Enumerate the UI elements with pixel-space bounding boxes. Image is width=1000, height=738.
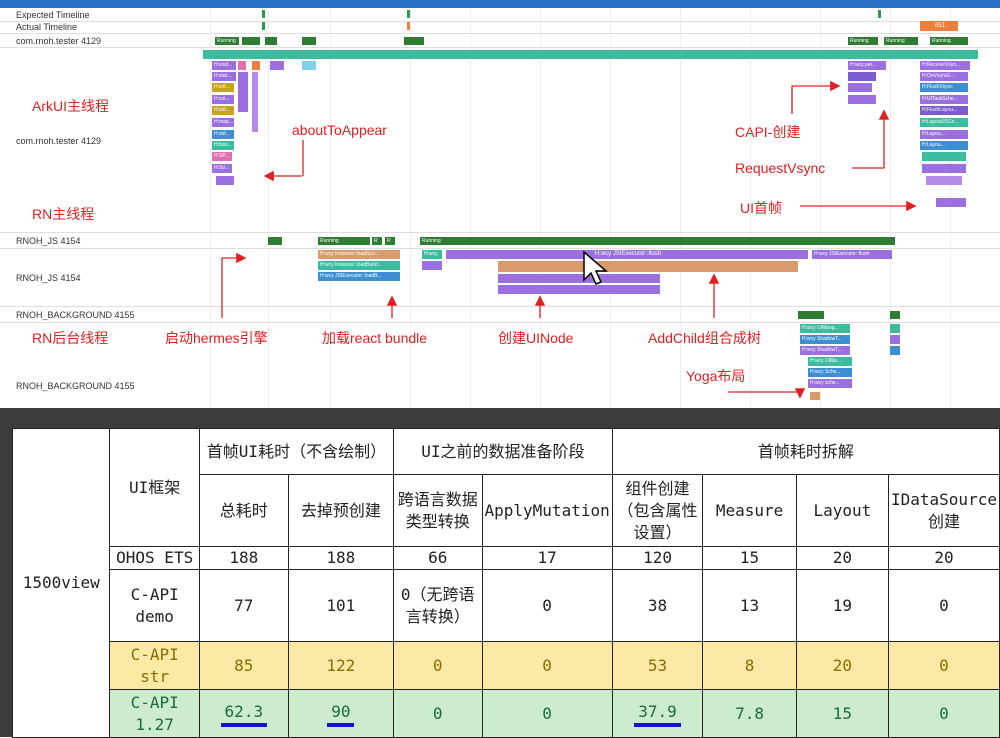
cell: 188 <box>198 546 289 570</box>
subheader-layout: Layout <box>795 474 889 547</box>
cell: 15 <box>702 546 797 570</box>
annotation-arrows <box>221 80 917 399</box>
header-first-frame: 首帧UI耗时（不含绘制） <box>198 428 394 475</box>
subheader-measure: Measure <box>702 474 797 547</box>
subheader-no-precreate: 去掉预创建 <box>287 474 394 547</box>
row-name: C-API demo <box>109 569 200 642</box>
cell: 85 <box>198 641 289 690</box>
cell: 17 <box>481 546 613 570</box>
cell: 0（无跨语言转换） <box>392 569 483 642</box>
subheader-apply-mutation: ApplyMutation <box>481 474 613 547</box>
row-name: C-API 1.27 <box>109 689 200 738</box>
header-prep-stage: UI之前的数据准备阶段 <box>392 428 613 475</box>
header-breakdown: 首帧耗时拆解 <box>611 428 1000 475</box>
cell: 0 <box>481 689 613 738</box>
group-label: 1500view <box>11 428 111 738</box>
cell: 7.8 <box>702 689 797 738</box>
cell: 13 <box>702 569 797 642</box>
subheader-cross-lang: 跨语言数据类型转换 <box>392 474 483 547</box>
cell: 0 <box>887 689 1000 738</box>
subheader-component-create: 组件创建（包含属性设置） <box>611 474 704 547</box>
cell-value: 37.9 <box>634 701 681 727</box>
subheader-total: 总耗时 <box>198 474 289 547</box>
subheader-idatasource: IDataSource创建 <box>887 474 1000 547</box>
first-frame-timing-table: 1500view UI框架 首帧UI耗时（不含绘制） UI之前的数据准备阶段 首… <box>11 428 1000 738</box>
cell-underlined: 62.3 <box>198 689 289 738</box>
cell: 38 <box>611 569 704 642</box>
cell: 0 <box>887 641 1000 690</box>
cell: 0 <box>481 641 613 690</box>
table-row: C-API 1.27 62.3 90 0 0 37.9 7.8 15 0 <box>13 689 1000 738</box>
cell: 0 <box>481 569 613 642</box>
cell: 53 <box>611 641 704 690</box>
table-panel: 1500view UI框架 首帧UI耗时（不含绘制） UI之前的数据准备阶段 首… <box>0 408 1000 738</box>
table-row: OHOS ETS 188 188 66 17 120 15 20 20 <box>13 546 1000 570</box>
cell: 0 <box>392 641 483 690</box>
cell: 20 <box>795 641 889 690</box>
trace-viewer: Expected Timeline Actual Timeline com.rn… <box>0 0 1000 410</box>
cell-underlined: 37.9 <box>611 689 704 738</box>
framework-header: UI框架 <box>109 428 200 547</box>
cell: 77 <box>198 569 289 642</box>
cell-underlined: 90 <box>287 689 394 738</box>
cell: 20 <box>887 546 1000 570</box>
cell: 188 <box>287 546 394 570</box>
cell: 15 <box>795 689 889 738</box>
table-row: C-API str 85 122 0 0 53 8 20 0 <box>13 641 1000 690</box>
cell: 19 <box>795 569 889 642</box>
cell: 122 <box>287 641 394 690</box>
row-name: C-API str <box>109 641 200 690</box>
cell-value: 90 <box>327 701 355 727</box>
row-name: OHOS ETS <box>109 546 200 570</box>
cell: 66 <box>392 546 483 570</box>
cell: 120 <box>611 546 704 570</box>
cell: 0 <box>887 569 1000 642</box>
cell: 0 <box>392 689 483 738</box>
table-row: C-API demo 77 101 0（无跨语言转换） 0 38 13 19 0 <box>13 569 1000 642</box>
mouse-cursor-icon <box>583 250 609 285</box>
cell: 101 <box>287 569 394 642</box>
cell: 20 <box>795 546 889 570</box>
cell-value: 62.3 <box>220 701 268 727</box>
cell: 8 <box>702 641 797 690</box>
